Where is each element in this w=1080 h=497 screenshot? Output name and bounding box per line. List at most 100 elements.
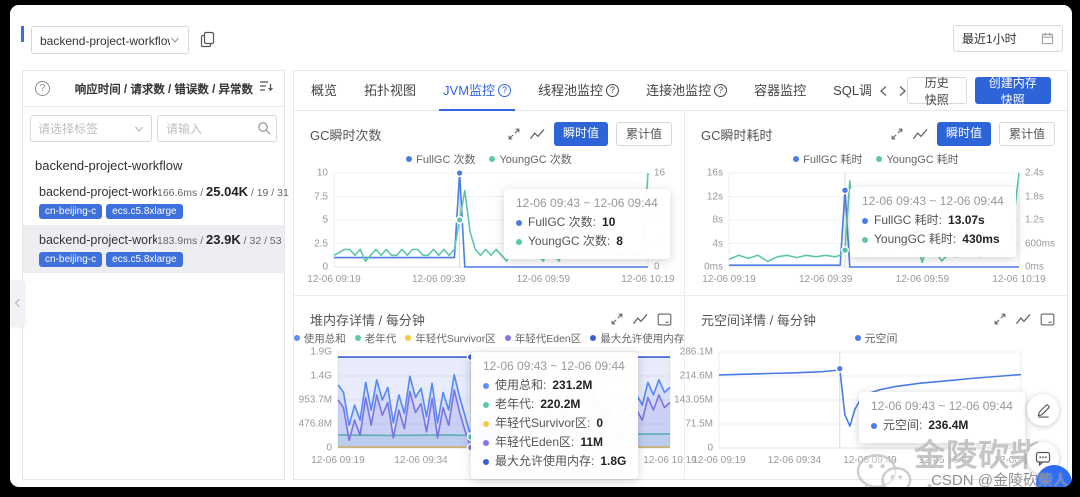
tooltip-label: FullGC 耗时: — [874, 213, 943, 227]
tab-拓扑视图[interactable]: 拓扑视图 — [364, 71, 416, 111]
chevron-right-icon[interactable] — [898, 85, 907, 97]
monitor-panel: 概览拓扑视图JVM监控?线程池监控?连接池监控?容器监控SQL调用分析?NoSQ… — [293, 70, 1068, 480]
tooltip-value: 430ms — [962, 232, 1000, 246]
x-axis-labels: 12-06 09:19 12-06 09:34 12-06 09:49 12-06 1… — [692, 455, 1047, 469]
tab-线程池监控[interactable]: 线程池监控? — [538, 71, 620, 111]
y-tick: 143.05M — [674, 394, 713, 406]
y-axis-left: 286.1M 214.6M 143.05M 71.5M 0 — [674, 347, 713, 454]
instance-metrics: 166.6ms / 25.04K / 19 / 31 — [157, 184, 289, 199]
app-selector-value: backend-project-workflow[容... — [40, 33, 170, 48]
line-chart-type-icon[interactable] — [632, 313, 649, 326]
tab-bar: 概览拓扑视图JVM监控?线程池监控?连接池监控?容器监控SQL调用分析?NoSQ… — [294, 71, 1067, 111]
tooltip-value: 231.2M — [552, 378, 593, 392]
time-range-picker[interactable]: 最近1小时 — [953, 25, 1063, 52]
tab-概览[interactable]: 概览 — [311, 71, 337, 111]
chart-title: GC瞬时次数 — [310, 127, 382, 143]
tooltip-row: 老年代: 220.2M — [483, 395, 626, 414]
app-selector-dropdown[interactable]: backend-project-workflow[容... — [31, 26, 189, 54]
legend-item[interactable]: 老年代 — [354, 330, 396, 346]
chart-tooltip: 12-06 09:43 ~ 12-06 09:44 元空间: 236.4M — [859, 392, 1025, 443]
legend-item[interactable]: FullGC 次数 — [406, 151, 475, 167]
tab-容器监控[interactable]: 容器监控 — [754, 71, 806, 111]
tag-select[interactable]: 请选择标签 — [30, 115, 152, 142]
legend-label: 元空间 — [864, 333, 898, 345]
legend-item[interactable]: YoungGC 耗时 — [876, 151, 959, 167]
legend-item[interactable]: YoungGC 次数 — [489, 151, 572, 167]
y-tick: 2.5 — [314, 238, 328, 249]
tooltip-row: YoungGC 耗时: 430ms — [862, 230, 1004, 249]
tab-label: 拓扑视图 — [364, 82, 417, 98]
legend-item[interactable]: 年轻代Eden区 — [504, 330, 581, 346]
accent-bar — [21, 26, 24, 42]
legend-label: YoungGC 次数 — [499, 154, 572, 166]
expand-icon[interactable] — [890, 127, 904, 141]
legend-item[interactable]: FullGC 耗时 — [793, 151, 862, 167]
app-window: backend-project-workflow[容... 最近1小时 ? 响应… — [10, 5, 1072, 487]
y-tick: 1.9G — [310, 346, 332, 358]
legend-item[interactable]: 元空间 — [854, 330, 898, 346]
x-tick: 12-06 09:59 — [895, 274, 950, 285]
tooltip-dot — [862, 217, 868, 224]
chat-icon — [1035, 451, 1051, 466]
tooltip-row: 年轻代Survivor区: 0 — [483, 414, 626, 433]
legend-item[interactable]: 使用总和 — [293, 330, 346, 346]
x-tick: 12-06 10:19 — [992, 274, 1046, 285]
toggle-累计值[interactable]: 累计值 — [998, 122, 1055, 146]
chart-tooltip: 12-06 09:43 ~ 12-06 09:44 FullGC 耗时: 13.07… — [850, 187, 1016, 257]
create-memory-snapshot-button[interactable]: 创建内存快照 — [974, 76, 1051, 107]
tab-SQL调用分析[interactable]: SQL调用分析? — [833, 71, 871, 111]
panel-icon[interactable] — [657, 313, 672, 326]
chart-legend: FullGC 次数 YoungGC 次数 — [300, 151, 678, 167]
list-item-app-instance[interactable]: backend-project-workflow...183.9ms / 23.… — [23, 225, 284, 273]
y-axis-left: 1.9G 1.4G 953.7M 476.8M 0 — [298, 347, 332, 454]
help-icon[interactable]: ? — [35, 81, 50, 96]
tooltip-label: FullGC 次数: — [528, 215, 597, 229]
keyword-search — [157, 115, 277, 142]
sidebar-collapse-handle[interactable] — [10, 280, 25, 326]
sort-icon[interactable] — [259, 79, 274, 98]
legend-item[interactable]: 年轻代Survivor区 — [405, 330, 496, 346]
tab-JVM监控[interactable]: JVM监控? — [439, 71, 516, 111]
tab-label: 连接池监控 — [646, 82, 712, 98]
tooltip-label: 老年代: — [495, 397, 535, 411]
expand-icon[interactable] — [993, 312, 1007, 326]
legend-dot — [793, 156, 800, 162]
toolbar-actions: 历史快照 创建内存快照 — [907, 76, 1067, 107]
history-snapshot-button[interactable]: 历史快照 — [907, 76, 967, 107]
expand-icon[interactable] — [610, 312, 624, 326]
y-tick: 10 — [316, 167, 328, 179]
chart-legend: 元空间 — [691, 330, 1061, 346]
toggle-瞬时值[interactable]: 瞬时值 — [936, 122, 991, 146]
edit-floating-button[interactable] — [1027, 394, 1059, 426]
instance-name: backend-project-workflow... — [39, 233, 157, 247]
expand-icon[interactable] — [507, 127, 521, 141]
tag-select-placeholder: 请选择标签 — [38, 122, 99, 136]
panel-icon[interactable] — [1040, 313, 1055, 326]
y-tick: 214.6M — [679, 370, 713, 382]
legend-dot — [489, 156, 496, 162]
chart-tooltip: 12-06 09:43 ~ 12-06 09:44 FullGC 次数: 10 You… — [504, 189, 670, 259]
line-chart-type-icon[interactable] — [912, 128, 929, 141]
tab-连接池监控[interactable]: 连接池监控? — [646, 71, 728, 111]
y-tick: 953.7M — [298, 394, 332, 406]
tooltip-dot — [483, 420, 489, 427]
tooltip-row: 元空间: 236.4M — [871, 416, 1013, 435]
tooltip-header: 12-06 09:43 ~ 12-06 09:44 — [862, 194, 1004, 208]
top-bar: backend-project-workflow[容... 最近1小时 — [10, 5, 1072, 65]
legend-item[interactable]: 最大允许使用内存 — [590, 330, 684, 346]
chevron-left-icon[interactable] — [879, 85, 888, 97]
x-tick: 12-06 09:34 — [394, 455, 448, 466]
line-chart-type-icon[interactable] — [529, 128, 546, 141]
x-tick: 12-06 09:19 — [702, 274, 756, 285]
tooltip-dot — [483, 382, 489, 389]
tooltip-label: 年轻代Eden区: — [495, 435, 575, 449]
list-item-app-instance[interactable]: backend-project-workflo...166.6ms / 25.0… — [23, 177, 289, 225]
tooltip-header: 12-06 09:43 ~ 12-06 09:44 — [483, 359, 625, 373]
copy-icon[interactable] — [200, 31, 215, 53]
toggle-累计值[interactable]: 累计值 — [615, 122, 672, 146]
line-chart-type-icon[interactable] — [1015, 313, 1032, 326]
legend-dot — [854, 335, 861, 341]
toggle-瞬时值[interactable]: 瞬时值 — [553, 122, 608, 146]
y-tick: 0ms — [1025, 261, 1044, 273]
search-icon[interactable] — [257, 121, 271, 140]
